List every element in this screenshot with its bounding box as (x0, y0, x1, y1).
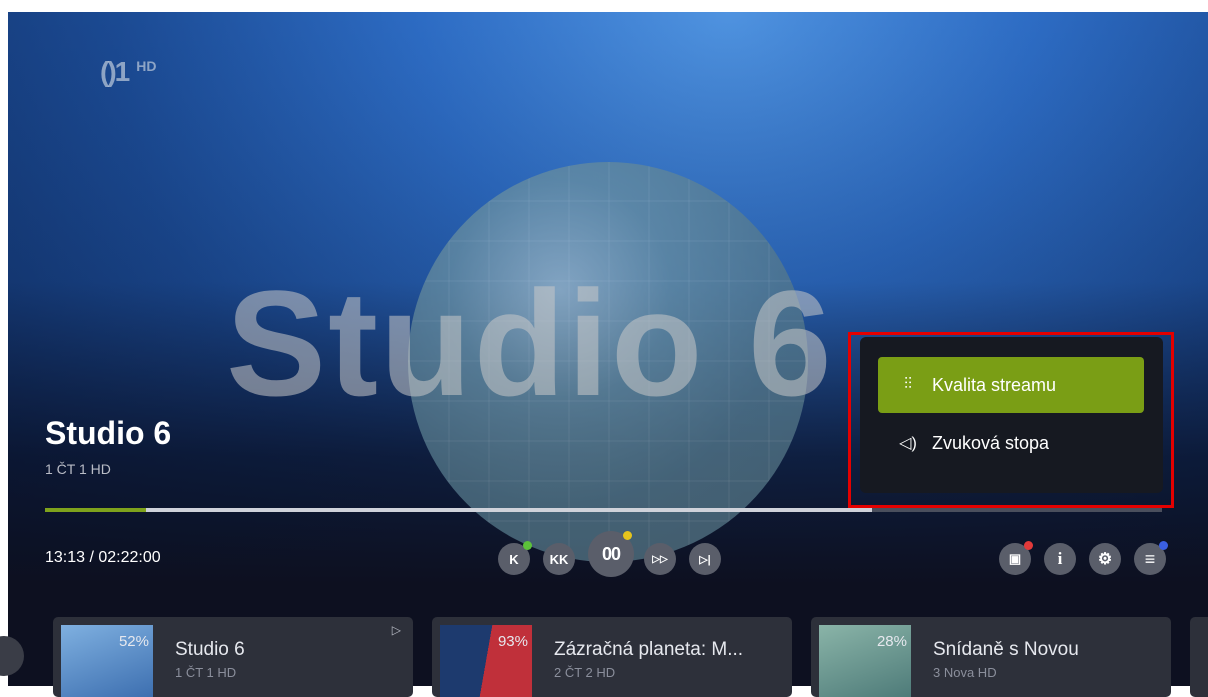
card-thumbnail: 93% (440, 625, 532, 697)
fast-forward-icon: ▷▷ (652, 553, 668, 565)
rewind-button[interactable]: KK (543, 543, 575, 575)
fast-forward-button[interactable]: ▷▷ (644, 543, 676, 575)
red-dot (1024, 541, 1033, 550)
green-dot (523, 541, 532, 550)
hamburger-icon: ≡ (1144, 548, 1156, 569)
background-title: Studio 6 (226, 259, 834, 427)
pause-icon: 00 (601, 543, 621, 564)
program-channel: 1 ČT 1 HD (45, 461, 111, 477)
pause-button[interactable]: 00 (588, 531, 634, 577)
card-title: Studio 6 (175, 639, 245, 660)
channel-logo-hd: HD (136, 58, 157, 74)
play-icon: ▷ (391, 623, 401, 637)
blue-dot (1159, 541, 1168, 550)
progress-buffered (45, 508, 872, 512)
record-button[interactable]: ▣ (999, 541, 1033, 575)
program-card[interactable]: 52% Studio 6 1 ČT 1 HD ▷ (53, 617, 413, 697)
channel-logo-mark: ()1 (100, 56, 130, 87)
skip-previous-icon: K (509, 551, 519, 567)
program-card[interactable]: 93% Zázračná planeta: M... 2 ČT 2 HD (432, 617, 792, 697)
card-subtitle: 2 ČT 2 HD (554, 665, 616, 680)
card-thumbnail: 52% (61, 625, 153, 697)
channel-logo: ()1 HD (100, 56, 156, 88)
rewind-icon: KK (549, 551, 569, 567)
card-percent: 28% (876, 633, 907, 650)
settings-button[interactable]: ⚙ (1089, 543, 1121, 575)
info-button[interactable]: i (1044, 543, 1076, 575)
program-card[interactable]: 28% Snídaně s Novou 3 Nova HD (811, 617, 1171, 697)
card-thumbnail: 28% (819, 625, 911, 697)
card-title: Snídaně s Novou (933, 639, 1079, 660)
progress-bar[interactable] (45, 508, 1162, 512)
info-icon: i (1057, 549, 1063, 568)
gear-icon: ⚙ (1097, 551, 1113, 568)
time-display: 13:13 / 02:22:00 (45, 549, 161, 566)
highlight-box (848, 332, 1174, 508)
record-icon: ▣ (1008, 551, 1022, 566)
card-subtitle: 1 ČT 1 HD (175, 665, 237, 680)
menu-button[interactable]: ≡ (1134, 541, 1168, 575)
program-title: Studio 6 (45, 415, 172, 451)
program-card-partial[interactable] (1190, 617, 1208, 697)
card-title: Zázračná planeta: M... (554, 639, 744, 660)
progress-played (45, 508, 146, 512)
skip-next-icon: ▷| (699, 553, 711, 566)
yellow-dot (623, 531, 632, 540)
card-percent: 52% (118, 633, 149, 650)
card-subtitle: 3 Nova HD (933, 665, 997, 680)
skip-previous-button[interactable]: K (498, 541, 532, 575)
skip-next-button[interactable]: ▷| (689, 543, 721, 575)
card-percent: 93% (497, 633, 528, 650)
